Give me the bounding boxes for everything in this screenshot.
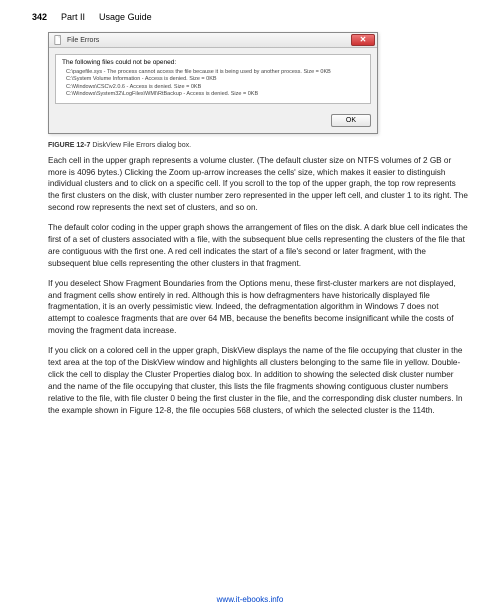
body-paragraph: If you deselect Show Fragment Boundaries… [48,278,468,337]
file-errors-dialog: File Errors ✕ The following files could … [48,32,378,134]
page-header: 342 Part II Usage Guide [32,12,468,22]
list-item: C:\pagefile.sys - The process cannot acc… [66,69,364,76]
close-button[interactable]: ✕ [351,34,375,46]
file-icon [53,35,63,45]
dialog-title: File Errors [67,37,99,44]
dialog-footer: OK [49,110,377,133]
body-paragraph: The default color coding in the upper gr… [48,222,468,270]
figure-label: FIGURE 12-7 [48,142,90,149]
dialog-titlebar: File Errors ✕ [49,33,377,48]
body-paragraph: If you click on a colored cell in the up… [48,345,468,416]
footer-link[interactable]: www.it-ebooks.info [0,595,500,604]
list-item: C:\Windows\CSC\v2.0.6 - Access is denied… [66,84,364,91]
close-icon: ✕ [360,36,367,44]
figure-caption-text: DiskView File Errors dialog box. [92,142,191,149]
figure-caption: FIGURE 12-7 DiskView File Errors dialog … [48,142,468,149]
part-label: Part II [61,12,85,22]
body-paragraph: Each cell in the upper graph represents … [48,155,468,214]
ok-button[interactable]: OK [331,114,371,127]
page-number: 342 [32,12,47,22]
dialog-message: The following files could not be opened: [62,59,364,66]
list-item: C:\System Volume Information - Access is… [66,76,364,83]
section-label: Usage Guide [99,12,152,22]
dialog-file-list: C:\pagefile.sys - The process cannot acc… [62,69,364,99]
dialog-body: The following files could not be opened:… [55,54,371,104]
list-item: C:\Windows\System32\LogFiles\WMI\RtBacku… [66,91,364,98]
